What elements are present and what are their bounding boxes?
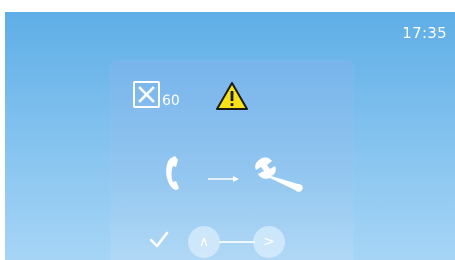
- wrench-icon: [255, 157, 303, 192]
- transfer-flow: [166, 156, 303, 192]
- step-connector: [219, 241, 255, 243]
- alert-dialog: 60 ∧ >: [111, 61, 353, 260]
- close-box-icon[interactable]: [133, 81, 160, 108]
- next-button[interactable]: >: [253, 226, 285, 258]
- device-screen: 17:35 60 ∧ >: [5, 12, 455, 260]
- warning-triangle-icon: [215, 81, 249, 115]
- arrow-right-icon: [208, 176, 239, 182]
- status-clock: 17:35: [402, 24, 447, 42]
- phone-handset-icon: [166, 156, 179, 190]
- checkmark-icon[interactable]: [149, 230, 169, 250]
- countdown-value: 60: [162, 93, 180, 109]
- dialog-controls: ∧ >: [149, 224, 299, 260]
- timeout-countdown: 60: [133, 81, 180, 108]
- up-button[interactable]: ∧: [188, 226, 220, 258]
